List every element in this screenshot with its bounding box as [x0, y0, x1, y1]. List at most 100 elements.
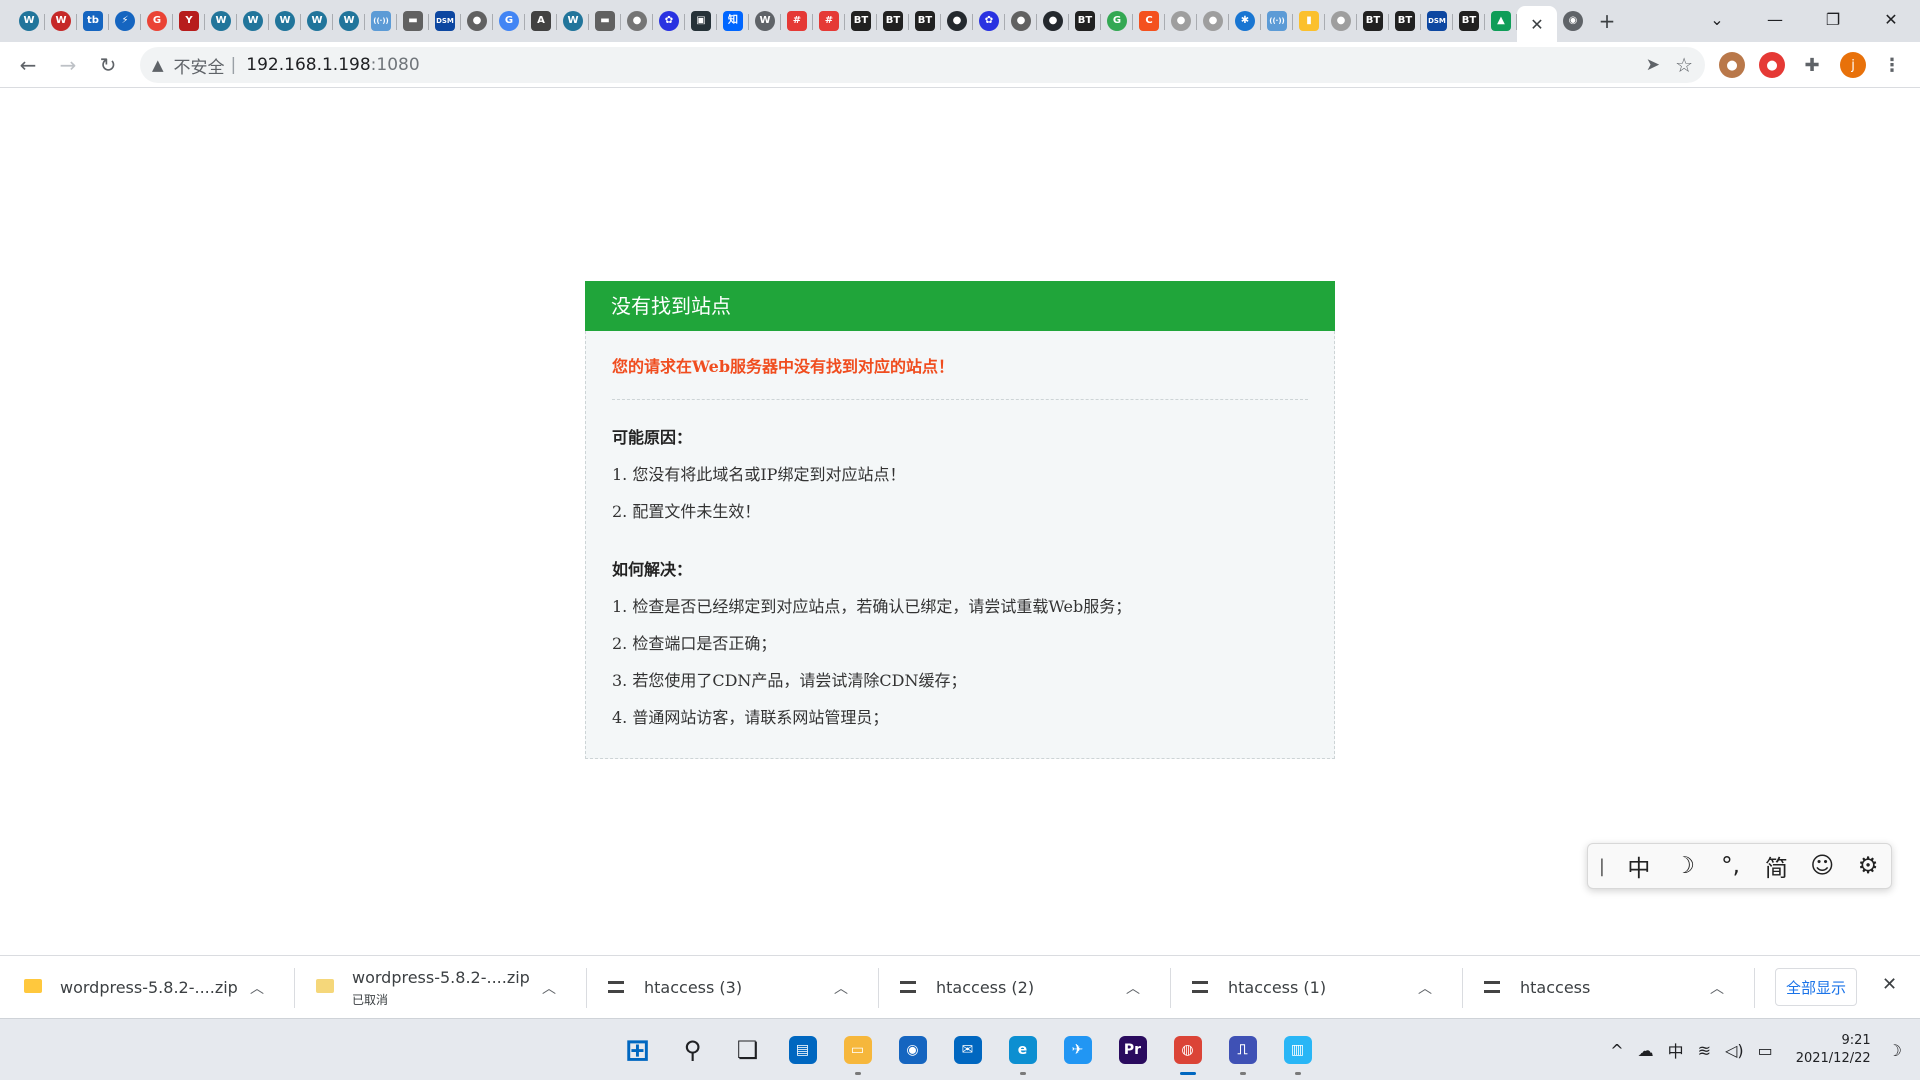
tab-pinned[interactable]: W [301, 5, 333, 37]
tab-pinned[interactable]: BT [909, 5, 941, 37]
taskbar-app[interactable]: Pr [1105, 1019, 1160, 1080]
tab-pinned[interactable]: W [269, 5, 301, 37]
tab-pinned[interactable]: ▣ [685, 5, 717, 37]
tab-pinned[interactable]: C [1133, 5, 1165, 37]
tab-pinned[interactable]: W [749, 5, 781, 37]
volume-icon[interactable]: ◁) [1725, 1041, 1744, 1060]
chevron-up-icon[interactable]: ︿ [542, 978, 556, 998]
avatar[interactable]: j [1840, 52, 1866, 78]
tab-pinned[interactable]: ▬ [397, 5, 429, 37]
tab-pinned[interactable]: ● [1037, 5, 1069, 37]
tab-pinned[interactable]: ● [1325, 5, 1357, 37]
tab-pinned[interactable]: W [13, 5, 45, 37]
tab-pinned[interactable]: ⚡ [109, 5, 141, 37]
download-item[interactable]: htaccess (1) ︿ [1172, 956, 1463, 1019]
new-tab-button[interactable]: + [1589, 3, 1625, 39]
taskbar-app[interactable]: ▥ [1270, 1019, 1325, 1080]
taskbar-app[interactable]: e [995, 1019, 1050, 1080]
taskbar-app[interactable]: ◉ [885, 1019, 940, 1080]
tab-pinned[interactable]: ◉ [1557, 5, 1589, 37]
menu-kebab-icon[interactable]: ⋮ [1879, 52, 1905, 78]
tab-pinned[interactable]: # [813, 5, 845, 37]
tab-pinned[interactable]: ● [621, 5, 653, 37]
clock[interactable]: 9:21 2021/12/22 [1796, 1032, 1871, 1068]
ime-punctuation-icon[interactable]: °, [1708, 853, 1754, 879]
close-shelf-icon[interactable]: ✕ [1882, 974, 1897, 995]
download-item[interactable]: wordpress-5.8.2-....zip 已取消 ︿ [296, 956, 587, 1019]
tab-pinned[interactable]: G [141, 5, 173, 37]
tab-pinned[interactable]: W [205, 5, 237, 37]
minimize-button[interactable]: — [1746, 0, 1804, 38]
chevron-up-icon[interactable]: ︿ [834, 978, 848, 998]
ime-emoji-icon[interactable]: ☺ [1799, 853, 1845, 879]
bookmark-star-icon[interactable]: ☆ [1675, 53, 1693, 77]
download-item[interactable]: htaccess (2) ︿ [880, 956, 1171, 1019]
focus-moon-icon[interactable]: ☽ [1888, 1041, 1902, 1060]
taskbar-app[interactable]: ⎍ [1215, 1019, 1270, 1080]
tab-pinned[interactable]: BT [1357, 5, 1389, 37]
tab-pinned[interactable]: ▮ [1293, 5, 1325, 37]
monkey-extension-icon[interactable]: ● [1719, 52, 1745, 78]
taskbar-app[interactable]: ✉ [940, 1019, 995, 1080]
close-window-button[interactable]: ✕ [1862, 0, 1920, 38]
tab-pinned[interactable]: 知 [717, 5, 749, 37]
taskbar-app[interactable]: ❏ [720, 1019, 775, 1080]
download-item[interactable]: wordpress-5.8.2-....zip ︿ [0, 956, 295, 1019]
tab-pinned[interactable]: G [1101, 5, 1133, 37]
tab-pinned[interactable]: ✱ [1229, 5, 1261, 37]
tab-pinned[interactable]: ▲ [1485, 5, 1517, 37]
download-item[interactable]: htaccess ︿ [1464, 956, 1755, 1019]
tab-pinned[interactable]: ● [1165, 5, 1197, 37]
taskbar-app[interactable]: ◍ [1160, 1019, 1215, 1080]
download-item[interactable]: htaccess (3) ︿ [588, 956, 879, 1019]
taskbar-app[interactable]: ▤ [775, 1019, 830, 1080]
tab-pinned[interactable]: ▬ [589, 5, 621, 37]
taskbar-app[interactable]: ▭ [830, 1019, 885, 1080]
ime-settings-gear-icon[interactable]: ⚙ [1845, 853, 1891, 879]
ime-drag-handle[interactable]: | [1588, 856, 1616, 877]
insecure-label[interactable]: 不安全 [174, 53, 225, 78]
tray-chevron-icon[interactable]: ^ [1610, 1041, 1623, 1060]
tab-pinned[interactable]: ● [1005, 5, 1037, 37]
tab-pinned[interactable]: tb [77, 5, 109, 37]
show-all-downloads-button[interactable]: 全部显示 [1775, 968, 1857, 1006]
tab-pinned[interactable]: W [237, 5, 269, 37]
tab-pinned[interactable]: W [333, 5, 365, 37]
tab-pinned[interactable]: DSM [1421, 5, 1453, 37]
ime-simplified-button[interactable]: 简 [1753, 849, 1799, 883]
taskbar-app[interactable]: ⚲ [665, 1019, 720, 1080]
taskbar-app[interactable]: ⊞ [610, 1019, 665, 1080]
chevron-up-icon[interactable]: ︿ [1418, 978, 1432, 998]
battery-icon[interactable]: ▭ [1758, 1041, 1773, 1060]
tab-pinned[interactable]: ✿ [653, 5, 685, 37]
tab-pinned[interactable]: A [525, 5, 557, 37]
onedrive-cloud-icon[interactable]: ☁ [1638, 1041, 1654, 1060]
tab-pinned[interactable]: ● [1197, 5, 1229, 37]
chevron-up-icon[interactable]: ︿ [250, 978, 264, 998]
tab-pinned[interactable]: Y [173, 5, 205, 37]
tab-pinned[interactable]: # [781, 5, 813, 37]
puzzle-extensions-icon[interactable]: ✚ [1799, 52, 1825, 78]
tab-pinned[interactable]: DSM [429, 5, 461, 37]
tab-pinned[interactable]: ● [941, 5, 973, 37]
ime-mode-button[interactable]: 中 [1616, 849, 1662, 883]
tab-pinned[interactable]: BT [1389, 5, 1421, 37]
tab-pinned[interactable]: BT [1069, 5, 1101, 37]
tab-pinned[interactable]: ● [461, 5, 493, 37]
chevron-up-icon[interactable]: ︿ [1126, 978, 1140, 998]
restore-button[interactable]: ❐ [1804, 0, 1862, 38]
tab-pinned[interactable]: G [493, 5, 525, 37]
send-to-devices-icon[interactable]: ➤ [1646, 55, 1660, 75]
fruit-extension-icon[interactable]: ● [1759, 52, 1785, 78]
tab-pinned[interactable]: BT [845, 5, 877, 37]
chevron-up-icon[interactable]: ︿ [1710, 978, 1724, 998]
tab-pinned[interactable]: BT [877, 5, 909, 37]
back-button[interactable]: ← [12, 49, 44, 81]
tab-pinned[interactable]: ((·)) [365, 5, 397, 37]
tab-pinned[interactable]: ✿ [973, 5, 1005, 37]
tab-search-button[interactable]: ⌄ [1688, 0, 1746, 38]
tab-pinned[interactable]: W [557, 5, 589, 37]
taskbar-app[interactable]: ✈ [1050, 1019, 1105, 1080]
ime-indicator[interactable]: 中 [1668, 1038, 1684, 1062]
wifi-icon[interactable]: ≋ [1698, 1041, 1711, 1060]
